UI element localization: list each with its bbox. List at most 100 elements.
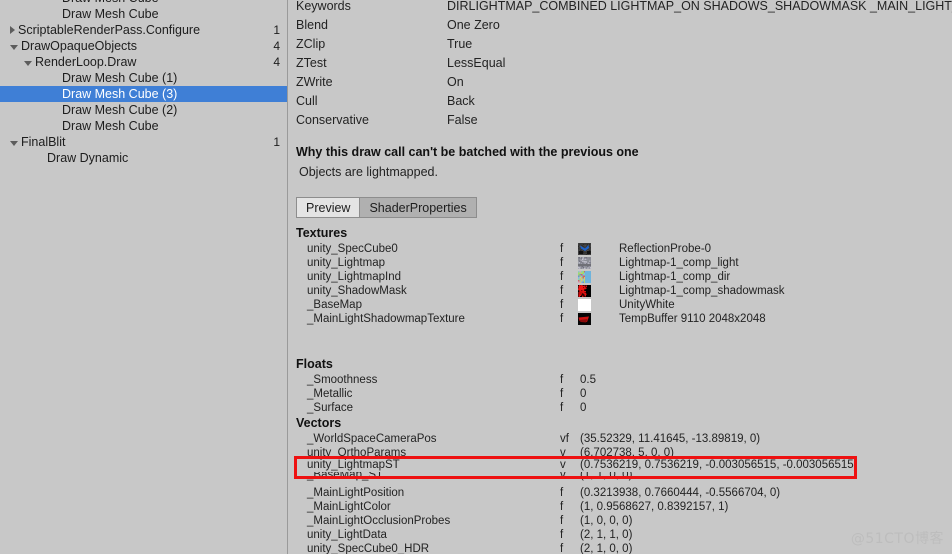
property-name: unity_SpecCube0 <box>307 243 398 255</box>
section-header-floats: Floats <box>296 357 333 371</box>
render-event-tree[interactable]: Draw Mesh CubeDraw Mesh CubeScriptableRe… <box>0 0 288 554</box>
tree-row-count: 1 <box>273 23 280 37</box>
property-name: _MainLightPosition <box>307 487 405 499</box>
tree-row[interactable]: Draw Mesh Cube <box>0 118 288 134</box>
vector-row: _MainLightPosition f (0.3213938, 0.7660444… <box>289 486 952 500</box>
texture-row: unity_Lightmap f Lightmap-1_comp_light <box>289 256 952 270</box>
property-value: (2, 1, 1, 0) <box>580 529 633 541</box>
texture-thumbnail <box>578 271 591 283</box>
property-name: unity_OrthoParams <box>307 447 407 456</box>
property-name: _MainLightShadowmapTexture <box>307 313 465 325</box>
property-value: (0.7536219, 0.7536219, -0.003056515, -0.… <box>580 459 858 471</box>
texture-thumbnail <box>578 243 591 255</box>
property-type: v <box>560 447 566 456</box>
tree-row[interactable]: Draw Mesh Cube (2) <box>0 102 288 118</box>
render-state-value: Back <box>447 94 475 108</box>
texture-thumbnail <box>578 299 591 311</box>
section-header-vectors: Vectors <box>296 416 342 430</box>
batch-reason-title: Why this draw call can't be batched with… <box>296 145 639 159</box>
render-state-key: ZClip <box>296 37 326 51</box>
property-type: f <box>560 299 564 311</box>
render-state-value: True <box>447 37 473 51</box>
property-value: UnityWhite <box>619 299 675 311</box>
property-name: _BaseMap_ST <box>307 472 384 481</box>
property-type: f <box>560 285 564 297</box>
render-state-value: On <box>447 75 464 89</box>
property-value: Lightmap-1_comp_dir <box>619 271 731 283</box>
property-value: TempBuffer 9110 2048x2048 <box>619 313 766 325</box>
tree-row[interactable]: Draw Mesh Cube (1) <box>0 70 288 86</box>
property-name: unity_SpecCube0_HDR <box>307 543 430 554</box>
texture-row: unity_LightmapInd f Lightmap-1_comp_dir <box>289 270 952 284</box>
tree-row[interactable]: Draw Dynamic <box>0 150 288 166</box>
vector-row: _MainLightOcclusionProbes f (1, 0, 0, 0) <box>289 514 952 528</box>
property-value: 0 <box>580 388 587 400</box>
tree-row[interactable]: ScriptableRenderPass.Configure 1 <box>0 22 288 38</box>
vector-row: _WorldSpaceCameraPos vf (35.52329, 11.4164… <box>289 432 952 446</box>
property-type: f <box>560 501 564 513</box>
property-type: v <box>560 472 566 481</box>
tree-row-label: Draw Mesh Cube (3) <box>62 87 178 101</box>
render-state-value: False <box>447 113 478 127</box>
render-state-row: Conservative False <box>289 111 952 130</box>
property-value: (1, 0.9568627, 0.8392157, 1) <box>580 501 729 513</box>
property-type: f <box>560 388 564 400</box>
property-value: 0.5 <box>580 374 596 386</box>
chevron-down-icon[interactable] <box>10 141 18 147</box>
render-state-key: Conservative <box>296 113 369 127</box>
property-type: f <box>560 257 564 269</box>
property-value: (35.52329, 11.41645, -13.89819, 0) <box>580 433 761 445</box>
property-type: f <box>560 313 564 325</box>
render-state-row: ZTest LessEqual <box>289 54 952 73</box>
tab-preview[interactable]: Preview <box>297 198 360 217</box>
render-state-value: DIRLIGHTMAP_COMBINED LIGHTMAP_ON SHADOWS… <box>447 0 952 13</box>
property-value: (1, 1, 0, 0) <box>580 472 633 481</box>
tree-row[interactable]: Draw Mesh Cube <box>0 6 288 22</box>
tree-row-selected[interactable]: Draw Mesh Cube (3) <box>0 86 288 102</box>
property-value: (6.702738, 5, 0, 0) <box>580 447 674 456</box>
property-name: _MainLightOcclusionProbes <box>307 515 451 527</box>
render-state-key: ZTest <box>296 56 327 70</box>
tab-shader-properties[interactable]: ShaderProperties <box>359 198 476 217</box>
render-state-key: Keywords <box>296 0 351 13</box>
float-row: _Metallic f 0 <box>289 387 952 401</box>
texture-row: unity_SpecCube0 f ReflectionProbe-0 <box>289 242 952 256</box>
chevron-right-icon[interactable] <box>10 25 15 34</box>
property-name: unity_ShadowMask <box>307 285 407 297</box>
property-name: unity_Lightmap <box>307 257 385 269</box>
property-value: Lightmap-1_comp_light <box>619 257 739 269</box>
tree-row[interactable]: DrawOpaqueObjects 4 <box>0 38 288 54</box>
tree-row-count: 4 <box>273 55 280 69</box>
tree-row-label: ScriptableRenderPass.Configure <box>10 22 200 38</box>
property-value: (2, 1, 0, 0) <box>580 543 633 554</box>
tree-row[interactable]: FinalBlit 1 <box>0 134 288 150</box>
property-name: unity_LightmapInd <box>307 271 401 283</box>
tree-row-label: Draw Mesh Cube <box>62 7 159 21</box>
render-state-row: Keywords DIRLIGHTMAP_COMBINED LIGHTMAP_ON… <box>289 0 952 16</box>
section-header-textures: Textures <box>296 226 348 240</box>
chevron-down-icon[interactable] <box>10 45 18 51</box>
render-state-value: One Zero <box>447 18 500 32</box>
chevron-down-icon[interactable] <box>24 61 32 67</box>
frame-debugger-window: Draw Mesh CubeDraw Mesh CubeScriptableRe… <box>0 0 952 554</box>
render-state-row: Blend One Zero <box>289 16 952 35</box>
render-state-row: ZClip True <box>289 35 952 54</box>
float-row: _Smoothness f 0.5 <box>289 373 952 387</box>
tree-row-label: DrawOpaqueObjects <box>10 38 137 54</box>
watermark: @51CTO博客 <box>850 531 944 547</box>
property-type: f <box>560 543 564 554</box>
property-name: _MainLightColor <box>307 501 391 513</box>
tree-row[interactable]: RenderLoop.Draw 4 <box>0 54 288 70</box>
texture-thumbnail <box>578 313 591 325</box>
property-type: v <box>560 459 566 471</box>
float-row: _Surface f 0 <box>289 401 952 415</box>
render-state-key: Blend <box>296 18 328 32</box>
property-name: _Smoothness <box>307 374 378 386</box>
tree-row-label: Draw Dynamic <box>47 151 129 165</box>
vector-row: unity_OrthoParams v (6.702738, 5, 0, 0) <box>289 446 952 456</box>
tree-row-count: 1 <box>273 135 280 149</box>
panel-divider <box>287 0 288 554</box>
detail-tab-bar[interactable]: Preview ShaderProperties <box>296 197 477 218</box>
vector-row: _MainLightColor f (1, 0.9568627, 0.8392157… <box>289 500 952 514</box>
texture-row: unity_ShadowMask f Lightmap-1_comp_shadowm… <box>289 284 952 298</box>
